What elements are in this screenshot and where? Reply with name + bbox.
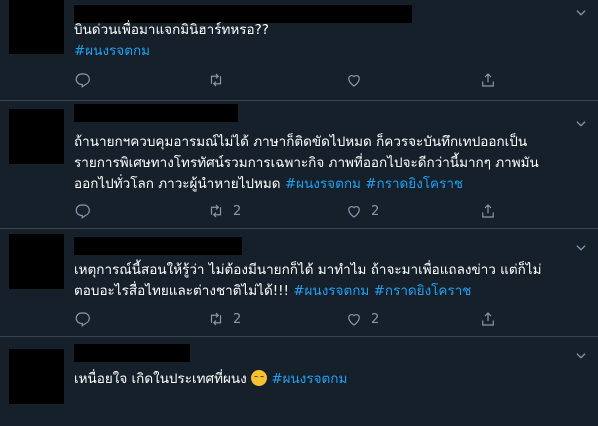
redacted-username <box>74 104 238 122</box>
retweet-icon <box>210 312 222 326</box>
retweet-count: 2 <box>233 203 242 219</box>
reply-button[interactable] <box>74 309 100 329</box>
tweet-text-line: เหตุการณ์นี้สอนให้รู้ว่า ไม่ต้องมีนายกก็… <box>74 262 542 278</box>
hashtag-link[interactable]: #ผนงรจตกม <box>293 283 369 299</box>
chevron-down-icon[interactable] <box>574 241 588 255</box>
tweet-actions <box>74 70 494 90</box>
chevron-down-icon[interactable] <box>574 117 588 131</box>
retweet-button[interactable] <box>207 70 233 90</box>
tweet[interactable]: เหตุการณ์นี้สอนให้รู้ว่า ไม่ต้องมีนายกก็… <box>0 229 598 337</box>
reply-button[interactable] <box>74 70 100 90</box>
share-icon <box>482 312 494 326</box>
share-icon <box>482 73 494 87</box>
tweet-text-line: บินด่วนเพื่อมาแจกมินิฮาร์ทหรอ?? <box>74 22 269 38</box>
retweet-button[interactable]: 2 <box>207 309 241 329</box>
chevron-down-icon[interactable] <box>574 6 588 20</box>
hashtag-link[interactable]: #กราดยิงโคราช <box>365 176 463 192</box>
like-icon <box>348 314 360 326</box>
retweet-button[interactable]: 2 <box>207 201 241 221</box>
redacted-username <box>74 237 242 255</box>
tweet-text: เหตุการณ์นี้สอนให้รู้ว่า ไม่ต้องมีนายกก็… <box>74 260 584 302</box>
like-count: 2 <box>371 203 380 219</box>
reply-icon <box>75 204 90 219</box>
like-button[interactable] <box>345 70 371 90</box>
retweet-icon <box>210 73 222 87</box>
avatar[interactable] <box>9 0 64 54</box>
hashtag-link[interactable]: #ผนงรจตกม <box>74 43 150 59</box>
tweet-actions: 2 2 <box>74 309 494 329</box>
reply-icon <box>75 73 90 88</box>
tweet-text-line: เหนื่อยใจ เกิดในประเทศที่ผนง <box>74 371 247 387</box>
tweet[interactable]: บินด่วนเพื่อมาแจกมินิฮาร์ทหรอ?? #ผนงรจตก… <box>0 0 598 101</box>
reply-icon <box>75 312 90 327</box>
share-button[interactable] <box>479 309 497 329</box>
retweet-icon <box>210 204 222 218</box>
pensive-face-emoji <box>251 370 268 386</box>
reply-button[interactable] <box>74 201 100 221</box>
tweet-text: ถ้านายกฯควบคุมอารมณ์ไม่ได้ ภาษาก็ติดขัดไ… <box>74 132 584 195</box>
redacted-username <box>74 344 190 362</box>
tweet-text-line: รายการพิเศษทางโทรทัศน์รวมการเฉพาะกิจ ภาพ… <box>74 155 539 171</box>
avatar[interactable] <box>9 349 64 404</box>
like-icon <box>348 75 360 87</box>
tweet[interactable]: เหนื่อยใจ เกิดในประเทศที่ผนง #ผนงรจตกม <box>0 337 598 426</box>
hashtag-link[interactable]: #กราดยิงโคราช <box>374 283 472 299</box>
tweet-text-line: ถ้านายกฯควบคุมอารมณ์ไม่ได้ ภาษาก็ติดขัดไ… <box>74 134 528 150</box>
hashtag-link[interactable]: #ผนงรจตกม <box>285 176 361 192</box>
tweet-text-line: ออกไปทั่วโลก ภาวะผู้นำหายไปหมด <box>74 176 281 192</box>
share-button[interactable] <box>479 201 497 221</box>
like-button[interactable]: 2 <box>345 201 379 221</box>
tweet[interactable]: ถ้านายกฯควบคุมอารมณ์ไม่ได้ ภาษาก็ติดขัดไ… <box>0 101 598 229</box>
tweet-text: เหนื่อยใจ เกิดในประเทศที่ผนง #ผนงรจตกม <box>74 369 584 390</box>
retweet-count: 2 <box>233 311 242 327</box>
share-button[interactable] <box>479 70 497 90</box>
hashtag-link[interactable]: #ผนงรจตกม <box>271 371 347 387</box>
like-icon <box>348 206 360 218</box>
like-count: 2 <box>371 311 380 327</box>
avatar[interactable] <box>9 109 64 164</box>
avatar[interactable] <box>9 234 64 289</box>
share-icon <box>482 204 494 218</box>
tweet-actions: 2 2 <box>74 201 494 221</box>
tweet-text: บินด่วนเพื่อมาแจกมินิฮาร์ทหรอ?? #ผนงรจตก… <box>74 20 584 62</box>
chevron-down-icon[interactable] <box>574 349 588 363</box>
like-button[interactable]: 2 <box>345 309 379 329</box>
tweet-text-line: ตอบอะไรสื่อไทยและต่างชาติไม่ได้!!! <box>74 283 289 299</box>
